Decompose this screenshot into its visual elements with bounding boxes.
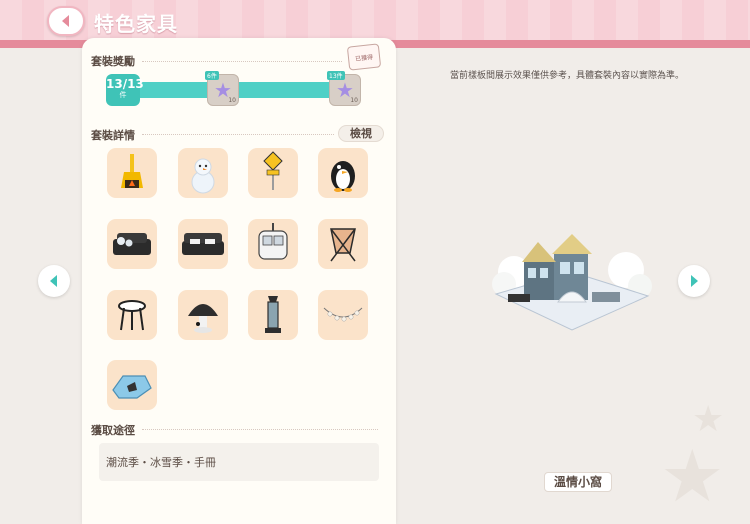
progress-unit: 件 bbox=[119, 91, 127, 99]
page-title: 特色家具 bbox=[94, 12, 178, 36]
background-star-icon: ★ bbox=[660, 434, 725, 518]
preview-notice: 當前樣板間展示效果僅供參考，具體套裝內容以實際為準。 bbox=[450, 71, 685, 81]
progress-count-text: 13/13 bbox=[106, 77, 144, 91]
rewards-title: 套裝獎勵 bbox=[91, 55, 135, 68]
progress-counter: 13/13 件 bbox=[106, 74, 144, 106]
item-butterfly-chair[interactable] bbox=[318, 219, 368, 269]
set-name-label: 溫情小窩 bbox=[544, 472, 612, 492]
prev-set-button[interactable] bbox=[38, 265, 70, 297]
arrow-left-icon bbox=[50, 275, 57, 287]
item-road-sign[interactable] bbox=[248, 148, 298, 198]
item-snowman[interactable] bbox=[178, 148, 228, 198]
acquire-divider bbox=[142, 429, 378, 430]
acquire-source-text: 潮流季・冰雪季・手冊 bbox=[106, 456, 216, 469]
rewards-divider bbox=[142, 61, 342, 62]
acquire-title: 獲取途徑 bbox=[91, 424, 135, 437]
item-ice-rug[interactable] bbox=[107, 360, 157, 410]
details-divider bbox=[142, 134, 334, 135]
item-penguin[interactable] bbox=[318, 148, 368, 198]
reward-qty: 10 bbox=[228, 97, 236, 104]
milestone-tag: 13件 bbox=[327, 71, 345, 80]
item-garland-lights[interactable] bbox=[318, 290, 368, 340]
item-yellow-fireplace[interactable] bbox=[107, 148, 157, 198]
chevron-left-icon bbox=[62, 15, 69, 27]
background-star-icon: ★ bbox=[692, 399, 725, 440]
item-mushroom-lamp[interactable] bbox=[178, 290, 228, 340]
item-patio-heater[interactable] bbox=[248, 290, 298, 340]
stamp-text: 已獲得 bbox=[354, 53, 374, 63]
item-cable-car-cabin[interactable] bbox=[248, 219, 298, 269]
reward-qty: 10 bbox=[350, 97, 358, 104]
arrow-right-icon bbox=[691, 275, 698, 287]
milestone-tag: 6件 bbox=[205, 71, 219, 80]
view-button[interactable]: 檢視 bbox=[338, 125, 384, 142]
reward-milestone-2[interactable]: ★ 13件 10 bbox=[327, 71, 361, 106]
model-house-preview[interactable] bbox=[488, 232, 656, 340]
reward-milestone-1[interactable]: ★ 6件 10 bbox=[205, 71, 239, 106]
item-round-side-table[interactable] bbox=[107, 290, 157, 340]
obtained-stamp: 已獲得 bbox=[346, 43, 382, 71]
item-dark-sofa-large[interactable] bbox=[178, 219, 228, 269]
back-button[interactable] bbox=[47, 6, 85, 36]
item-dark-sofa-small[interactable] bbox=[107, 219, 157, 269]
next-set-button[interactable] bbox=[678, 265, 710, 297]
details-title: 套裝詳情 bbox=[91, 129, 135, 142]
